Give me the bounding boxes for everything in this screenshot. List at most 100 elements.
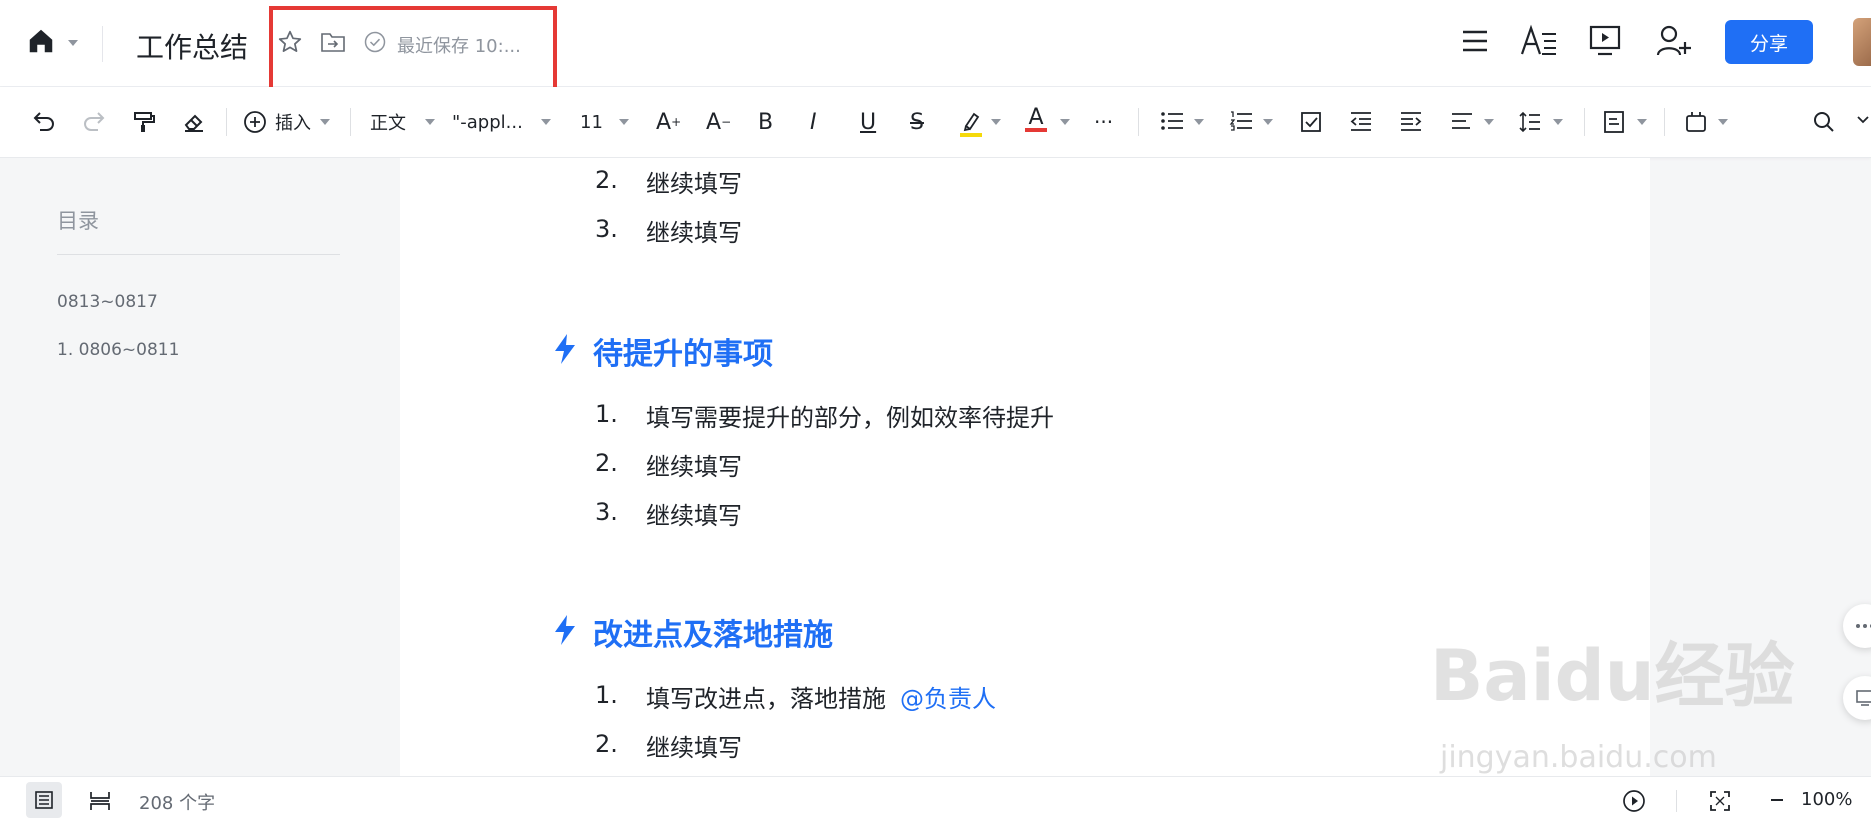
lightning-icon — [552, 614, 578, 646]
indent-icon[interactable] — [1399, 110, 1423, 132]
toolbar-divider — [350, 108, 351, 136]
plugin-icon[interactable] — [1684, 110, 1708, 134]
comment-float-button[interactable] — [1843, 604, 1871, 648]
highlight-icon[interactable] — [958, 108, 984, 138]
align-dropdown-icon[interactable] — [1484, 119, 1494, 125]
block-style-dropdown-icon[interactable] — [1637, 119, 1647, 125]
list-item-text[interactable]: 继续填写 — [646, 496, 742, 531]
outdent-icon[interactable] — [1349, 110, 1373, 132]
watermark-logo: Baidu经验 — [1430, 635, 1795, 717]
document-title[interactable]: 工作总结 — [136, 26, 248, 66]
undo-icon[interactable] — [32, 110, 56, 132]
bulleted-list-dropdown-icon[interactable] — [1194, 119, 1204, 125]
line-spacing-icon[interactable] — [1518, 110, 1542, 134]
highlight-dropdown-icon[interactable] — [991, 119, 1001, 125]
redo-icon[interactable] — [82, 110, 106, 132]
list-item-text[interactable]: 继续填写 — [646, 728, 742, 763]
size-dropdown-icon[interactable] — [619, 119, 629, 125]
strikethrough-button[interactable]: S — [910, 105, 924, 139]
list-number: 1. — [595, 400, 618, 428]
section-heading[interactable]: 待提升的事项 — [593, 329, 773, 373]
chevron-down-icon[interactable] — [1856, 114, 1870, 126]
fullscreen-icon[interactable] — [1708, 789, 1732, 813]
list-item-text[interactable]: 填写改进点，落地措施 @负责人 — [646, 679, 996, 714]
font-color-icon: A — [1028, 105, 1044, 130]
decrease-font-button[interactable]: A − — [706, 105, 731, 139]
search-icon[interactable] — [1812, 110, 1836, 134]
insert-label: 插入 — [275, 113, 311, 134]
paragraph-style-label: 正文 — [370, 113, 406, 134]
strikethrough-icon: S — [910, 109, 924, 135]
font-color-dropdown-icon[interactable] — [1060, 119, 1070, 125]
home-dropdown-icon[interactable] — [68, 40, 78, 46]
bulleted-list-icon[interactable] — [1160, 110, 1184, 132]
home-icon[interactable] — [26, 26, 56, 56]
more-dots-icon — [1843, 604, 1871, 648]
share-button[interactable]: 分享 — [1725, 20, 1813, 64]
list-number: 2. — [595, 166, 618, 194]
outline-item[interactable]: 0813~0817 — [57, 292, 158, 312]
outline-view-icon — [26, 782, 62, 818]
presentation-icon[interactable] — [1588, 24, 1622, 58]
menu-icon[interactable] — [1460, 26, 1490, 56]
list-item-text[interactable]: 继续填写 — [646, 447, 742, 482]
list-number: 3. — [595, 498, 618, 526]
numbered-list-icon[interactable] — [1229, 110, 1253, 132]
increase-font-icon: A — [656, 109, 672, 135]
line-spacing-dropdown-icon[interactable] — [1553, 119, 1563, 125]
eraser-icon[interactable] — [182, 110, 206, 134]
bold-icon: B — [758, 109, 774, 135]
paragraph-style-select[interactable]: 正文 — [370, 105, 406, 139]
list-item-text[interactable]: 继续填写 — [646, 164, 742, 199]
bold-button[interactable]: B — [758, 105, 773, 139]
outline-title: 目录 — [57, 209, 99, 233]
section-heading[interactable]: 改进点及落地措施 — [593, 610, 833, 654]
toolbar-divider — [1584, 108, 1585, 136]
toolbar-divider — [226, 108, 227, 136]
header-divider — [102, 26, 103, 62]
font-family-select[interactable]: "-appl... — [452, 105, 523, 139]
zoom-out-icon[interactable] — [1769, 790, 1785, 810]
lightning-icon — [552, 333, 578, 365]
list-number: 1. — [595, 681, 618, 709]
font-dropdown-icon[interactable] — [541, 119, 551, 125]
insert-plus-icon[interactable] — [243, 110, 267, 134]
numbered-list-dropdown-icon[interactable] — [1263, 119, 1273, 125]
font-size-select[interactable]: 11 — [580, 105, 603, 139]
list-number: 3. — [595, 215, 618, 243]
insert-menu[interactable]: 插入 — [275, 105, 311, 139]
watermark-url: jingyan.baidu.com — [1440, 740, 1717, 775]
feedback-float-button[interactable] — [1843, 676, 1871, 720]
increase-font-button[interactable]: A + — [656, 105, 681, 139]
avatar[interactable] — [1853, 18, 1871, 66]
block-style-icon[interactable] — [1603, 110, 1625, 134]
toolbar-divider — [1664, 108, 1665, 136]
plugin-dropdown-icon[interactable] — [1718, 119, 1728, 125]
play-icon[interactable] — [1622, 789, 1646, 813]
status-divider — [1676, 790, 1677, 812]
list-number: 2. — [595, 730, 618, 758]
more-button[interactable]: ··· — [1094, 105, 1113, 139]
text-style-icon[interactable] — [1520, 24, 1558, 58]
mention-link[interactable]: @负责人 — [900, 685, 996, 713]
add-collaborator-icon[interactable] — [1656, 24, 1692, 58]
font-family-label: "-appl... — [452, 111, 523, 133]
zoom-level[interactable]: 100% — [1801, 789, 1852, 810]
underline-button[interactable]: U — [860, 105, 876, 139]
font-color-button[interactable]: A — [1025, 105, 1047, 139]
toolbar-divider — [1138, 108, 1139, 136]
insert-dropdown-icon[interactable] — [320, 119, 330, 125]
italic-button[interactable]: I — [810, 105, 817, 139]
outline-item[interactable]: 1. 0806~0811 — [57, 340, 179, 360]
screen-icon — [1843, 676, 1871, 720]
format-painter-icon[interactable] — [132, 110, 156, 134]
list-item-text[interactable]: 填写需要提升的部分，例如效率待提升 — [646, 398, 1054, 433]
align-icon[interactable] — [1450, 110, 1474, 132]
list-item-text[interactable]: 继续填写 — [646, 213, 742, 248]
font-color-swatch — [1025, 128, 1047, 132]
checklist-icon[interactable] — [1299, 110, 1323, 134]
outline-view-button[interactable] — [26, 782, 62, 818]
style-dropdown-icon[interactable] — [425, 119, 435, 125]
page-width-icon[interactable] — [88, 790, 112, 812]
list-number: 2. — [595, 449, 618, 477]
